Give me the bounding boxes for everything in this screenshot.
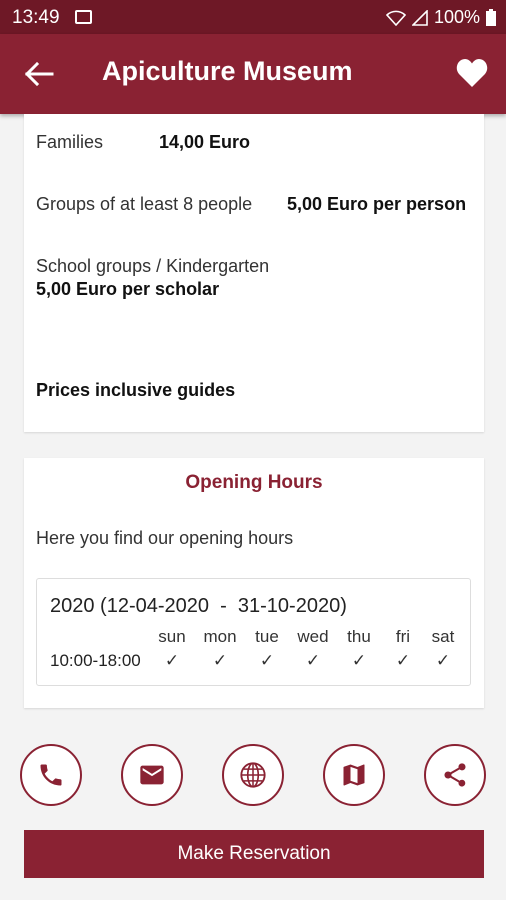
map-icon bbox=[343, 764, 365, 786]
prices-note: Prices inclusive guides bbox=[36, 380, 236, 400]
hours-table: 2020 (12-04-2020 - 31-10-2020) 10:00-18:… bbox=[36, 578, 471, 686]
prices-card: Families 14,00 Euro Groups of at least 8… bbox=[24, 114, 484, 432]
email-icon bbox=[140, 765, 164, 785]
globe-icon bbox=[240, 762, 266, 788]
season-period: 2020 (12-04-2020 - 31-10-2020) bbox=[50, 595, 347, 617]
day-check: ✓ bbox=[164, 651, 180, 670]
day-label: fri bbox=[395, 627, 411, 646]
day-label: sat bbox=[431, 627, 455, 646]
groups-price: 5,00 Euro per person bbox=[287, 194, 467, 214]
day-check: ✓ bbox=[351, 651, 367, 670]
families-price: 14,00 Euro bbox=[159, 132, 251, 152]
school-price: 5,00 Euro per scholar bbox=[36, 279, 220, 299]
day-check: ✓ bbox=[395, 651, 411, 670]
call-button[interactable] bbox=[20, 744, 82, 806]
opening-hours-card: Opening Hours Here you find our opening … bbox=[24, 458, 484, 708]
wifi-icon bbox=[385, 10, 406, 26]
email-button[interactable] bbox=[121, 744, 183, 806]
hours-time: 10:00-18:00 bbox=[50, 651, 141, 670]
status-right: 100% bbox=[385, 7, 496, 28]
status-bar: 13:49 100% bbox=[0, 0, 506, 34]
battery-icon bbox=[486, 9, 496, 26]
school-label: School groups / Kindergarten bbox=[36, 256, 270, 276]
page-title: Apiculture Museum bbox=[102, 56, 353, 86]
families-label: Families bbox=[36, 132, 104, 152]
day-label: tue bbox=[255, 627, 279, 646]
share-button[interactable] bbox=[424, 744, 486, 806]
favorite-heart-icon[interactable] bbox=[456, 58, 488, 88]
day-check: ✓ bbox=[305, 651, 321, 670]
share-icon bbox=[444, 763, 466, 787]
opening-hours-title: Opening Hours bbox=[185, 472, 323, 493]
phone-icon bbox=[40, 764, 62, 786]
battery-percent: 100% bbox=[433, 7, 480, 27]
opening-hours-intro: Here you find our opening hours bbox=[36, 528, 294, 548]
day-label: mon bbox=[203, 627, 237, 646]
make-reservation-button[interactable]: Make Reservation bbox=[24, 830, 484, 878]
map-button[interactable] bbox=[323, 744, 385, 806]
status-time: 13:49 bbox=[12, 7, 60, 28]
website-button[interactable] bbox=[222, 744, 284, 806]
day-label: wed bbox=[297, 627, 329, 646]
signal-icon bbox=[411, 9, 428, 26]
back-arrow-icon[interactable] bbox=[24, 60, 54, 88]
day-check: ✓ bbox=[212, 651, 228, 670]
day-check: ✓ bbox=[259, 651, 275, 670]
day-label: sun bbox=[158, 627, 186, 646]
day-label: thu bbox=[347, 627, 371, 646]
day-check: ✓ bbox=[435, 651, 451, 670]
groups-label: Groups of at least 8 people bbox=[36, 194, 253, 214]
app-bar: Apiculture Museum bbox=[0, 34, 506, 114]
gallery-notification-icon bbox=[75, 10, 92, 24]
